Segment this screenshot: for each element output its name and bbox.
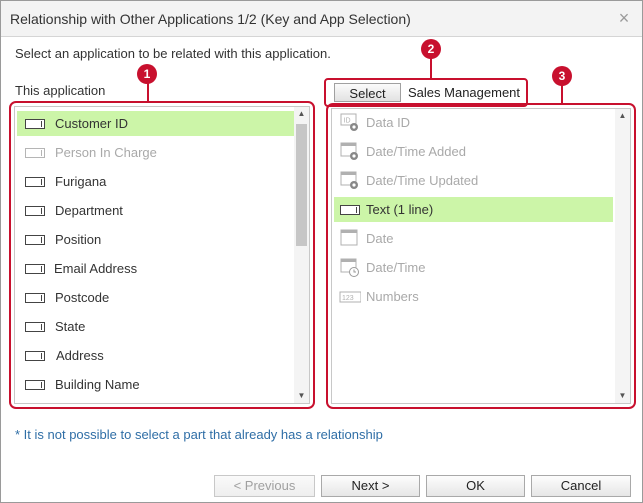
this-application-panel: Customer ID Person In Charge Furigana De… (9, 101, 315, 409)
selected-app-name: Sales Management (408, 85, 521, 100)
datetime-updated-icon (340, 171, 358, 189)
text-field-icon (25, 177, 45, 187)
data-id-icon: ID (340, 113, 358, 131)
callout-badge-3: 3 (552, 66, 572, 86)
next-button[interactable]: Next > (321, 475, 420, 497)
scroll-down-icon[interactable]: ▼ (294, 389, 309, 403)
this-application-field-list[interactable]: Customer ID Person In Charge Furigana De… (14, 106, 310, 404)
svg-text:123: 123 (342, 295, 354, 302)
list-item[interactable]: Furigana (17, 169, 296, 194)
text-field-icon (25, 380, 45, 390)
text-field-icon (25, 119, 45, 129)
scroll-up-icon[interactable]: ▲ (294, 107, 309, 121)
list-item[interactable]: Person In Charge (17, 140, 296, 165)
text-field-icon (25, 264, 45, 274)
list-item[interactable]: 123 Numbers (334, 284, 613, 309)
callout-badge-2: 2 (421, 39, 441, 59)
list-item[interactable]: Date/Time Updated (334, 168, 613, 193)
list-item[interactable]: Building Name (17, 372, 296, 397)
list-item[interactable]: Date/Time (334, 255, 613, 280)
number-field-icon: 123 (339, 291, 361, 303)
svg-text:ID: ID (344, 118, 351, 125)
calendar-clock-icon (340, 258, 359, 277)
previous-button[interactable]: < Previous (214, 475, 315, 497)
list-item[interactable]: Text (1 line) (334, 197, 613, 222)
related-application-panel: ID Data ID Date/Time Added Date/Time Upd… (326, 103, 636, 409)
callout-badge-1: 1 (137, 64, 157, 84)
list-item[interactable]: Postcode (17, 285, 296, 310)
text-field-icon (25, 351, 45, 361)
callout-line-1 (147, 83, 149, 101)
list-item[interactable]: Email Address (17, 256, 296, 281)
list-item[interactable]: Department (17, 198, 296, 223)
list-item[interactable]: Position (17, 227, 296, 252)
relationship-dialog: Relationship with Other Applications 1/2… (0, 0, 643, 503)
title-bar: Relationship with Other Applications 1/2… (1, 1, 642, 37)
callout-line-2 (430, 57, 432, 78)
related-application-field-list[interactable]: ID Data ID Date/Time Added Date/Time Upd… (331, 108, 631, 404)
text-field-icon (25, 293, 45, 303)
close-icon[interactable]: × (615, 9, 633, 27)
dialog-title: Relationship with Other Applications 1/2… (10, 11, 411, 27)
text-field-icon (340, 205, 360, 215)
text-field-icon (25, 322, 45, 332)
scroll-thumb[interactable] (296, 124, 307, 246)
text-field-icon (25, 235, 45, 245)
list-item[interactable]: Date (334, 226, 613, 251)
list-item[interactable]: Address (17, 343, 296, 368)
scroll-down-icon[interactable]: ▼ (615, 389, 630, 403)
text-field-icon (25, 148, 45, 158)
relationship-note: * It is not possible to select a part th… (15, 427, 383, 442)
list-item[interactable]: State (17, 314, 296, 339)
list-item[interactable]: Customer ID (17, 111, 296, 136)
list-item[interactable]: ID Data ID (334, 110, 613, 135)
this-application-label: This application (15, 83, 106, 98)
ok-button[interactable]: OK (426, 475, 525, 497)
calendar-icon (340, 229, 358, 246)
right-list-scrollbar[interactable]: ▲ ▼ (615, 109, 630, 403)
callout-line-3 (561, 85, 563, 103)
list-item[interactable]: Date/Time Added (334, 139, 613, 164)
datetime-added-icon (340, 142, 358, 160)
instruction-text: Select an application to be related with… (15, 46, 331, 61)
scroll-up-icon[interactable]: ▲ (615, 109, 630, 123)
text-field-icon (25, 206, 45, 216)
select-app-button[interactable]: Select (334, 83, 401, 102)
left-list-scrollbar[interactable]: ▲ ▼ (294, 107, 309, 403)
cancel-button[interactable]: Cancel (531, 475, 631, 497)
